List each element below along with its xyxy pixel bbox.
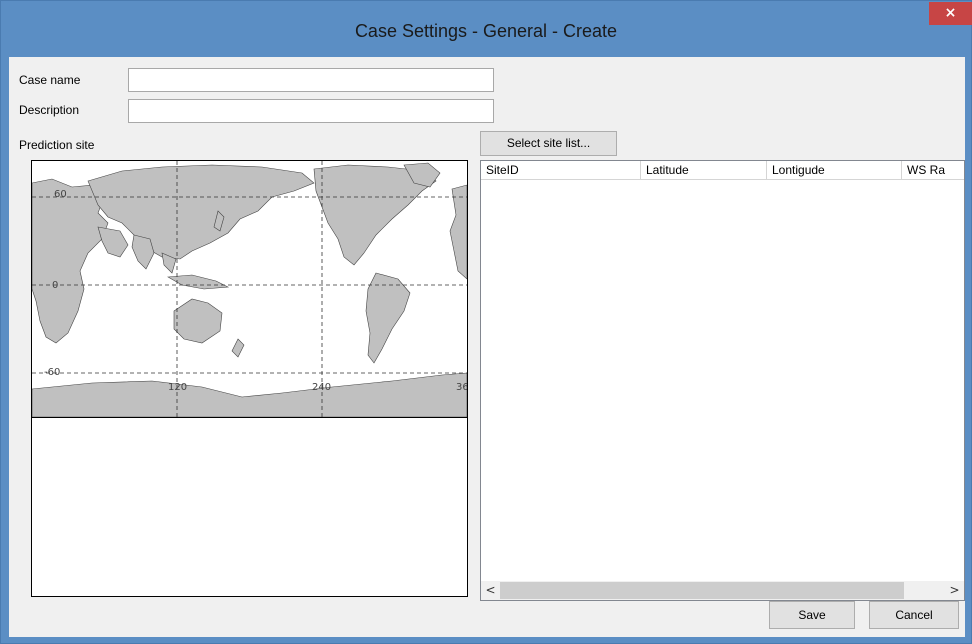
column-header-ws-range[interactable]: WS Ra: [902, 161, 964, 179]
case-name-input[interactable]: [128, 68, 494, 92]
cancel-button[interactable]: Cancel: [869, 601, 959, 629]
prediction-site-label: Prediction site: [19, 138, 95, 152]
select-site-list-button[interactable]: Select site list...: [480, 131, 617, 156]
lon-label-120: 120: [168, 382, 187, 393]
map-detail-area: [32, 417, 467, 596]
case-name-label: Case name: [19, 73, 81, 87]
column-header-latitude[interactable]: Latitude: [641, 161, 767, 179]
window-title: Case Settings - General - Create: [354, 21, 618, 41]
description-label: Description: [19, 103, 80, 117]
lon-label-36: 36: [456, 382, 467, 393]
scroll-thumb[interactable]: [500, 582, 904, 599]
lon-label-240: 240: [312, 382, 331, 393]
site-list-grid[interactable]: SiteID Latitude Lontigude WS Ra < >: [480, 160, 965, 601]
dialog-body: Case name Description Prediction site Se…: [9, 57, 965, 637]
save-button[interactable]: Save: [769, 601, 855, 629]
column-header-longitude[interactable]: Lontigude: [767, 161, 902, 179]
title-bar[interactable]: Case Settings - General - Create ×: [1, 1, 972, 57]
lat-label-0: 0: [52, 280, 58, 291]
dialog-window: Case Settings - General - Create × Case …: [0, 0, 972, 644]
column-header-siteid[interactable]: SiteID: [481, 161, 641, 179]
lat-label-60: 60: [54, 189, 67, 200]
scroll-right-button[interactable]: >: [945, 581, 964, 600]
horizontal-scrollbar[interactable]: < >: [481, 581, 964, 600]
description-input[interactable]: [128, 99, 494, 123]
chevron-right-icon: >: [949, 583, 960, 597]
scroll-left-button[interactable]: <: [481, 581, 500, 600]
prediction-site-map[interactable]: 60 0 -60 120 240 36: [31, 160, 468, 597]
grid-header: SiteID Latitude Lontigude WS Ra: [481, 161, 964, 180]
world-map[interactable]: 60 0 -60 120 240 36: [32, 161, 467, 417]
chevron-left-icon: <: [485, 583, 496, 597]
lat-label-minus-60: -60: [44, 367, 60, 378]
close-icon: ×: [944, 5, 957, 21]
close-button[interactable]: ×: [929, 2, 972, 25]
